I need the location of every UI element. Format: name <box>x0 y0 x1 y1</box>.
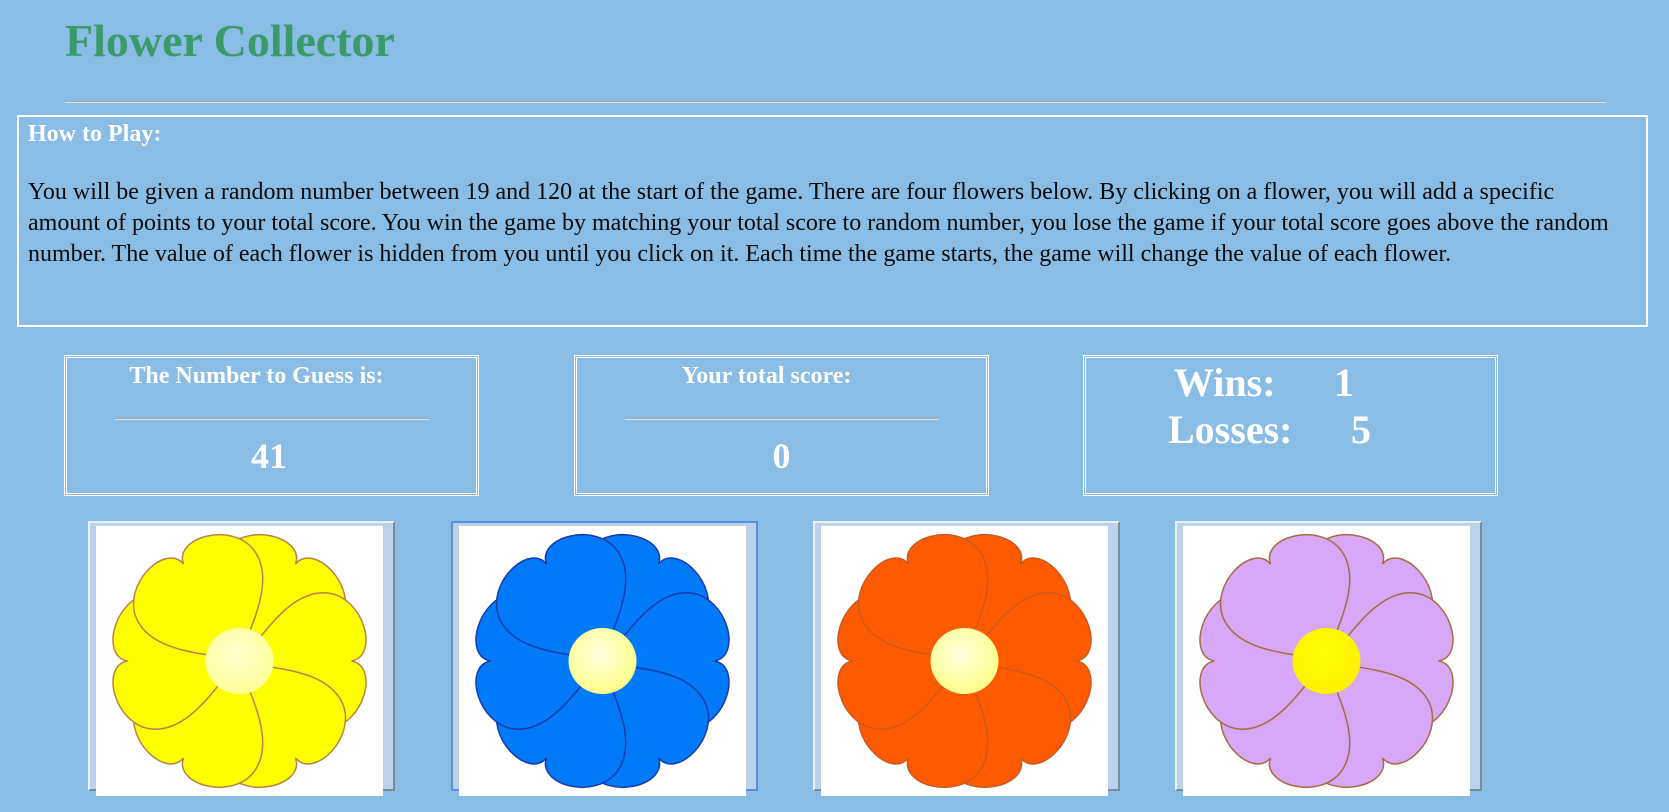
yellow-flower-image <box>96 526 383 796</box>
flower-center <box>930 628 999 694</box>
page-title: Flower Collector <box>65 15 395 66</box>
total-score-label: Your total score: <box>681 363 852 389</box>
target-divider <box>115 418 429 420</box>
score-divider <box>625 418 939 420</box>
wins-value: 1 <box>1334 360 1354 405</box>
flower-center <box>205 628 274 694</box>
losses-value: 5 <box>1351 407 1371 452</box>
target-number-label: The Number to Guess is: <box>129 363 384 389</box>
orange-flower-button[interactable] <box>813 521 1120 796</box>
purple-flower-button[interactable] <box>1175 521 1482 796</box>
how-to-play-heading: How to Play: <box>28 121 162 147</box>
how-to-play-text: You will be given a random number betwee… <box>28 179 1609 267</box>
total-score-panel: Your total score: 0 <box>574 355 989 496</box>
purple-flower-image <box>1183 526 1470 796</box>
total-score-value: 0 <box>772 436 791 476</box>
blue-flower-image <box>459 526 746 796</box>
losses-label: Losses: <box>1168 407 1293 452</box>
target-number-value: 41 <box>251 436 287 476</box>
title-divider <box>65 101 1606 103</box>
yellow-flower-button[interactable] <box>88 521 395 796</box>
target-number-panel: The Number to Guess is: 41 <box>64 355 479 496</box>
flower-center <box>568 628 637 694</box>
orange-flower-image <box>821 526 1108 796</box>
wins-losses-panel: Wins: 1 Losses: 5 <box>1083 355 1498 496</box>
blue-flower-button[interactable] <box>451 521 758 796</box>
wins-label: Wins: <box>1174 360 1276 405</box>
how-to-play-box: How to Play: You will be given a random … <box>17 115 1648 327</box>
flower-center <box>1292 628 1361 694</box>
